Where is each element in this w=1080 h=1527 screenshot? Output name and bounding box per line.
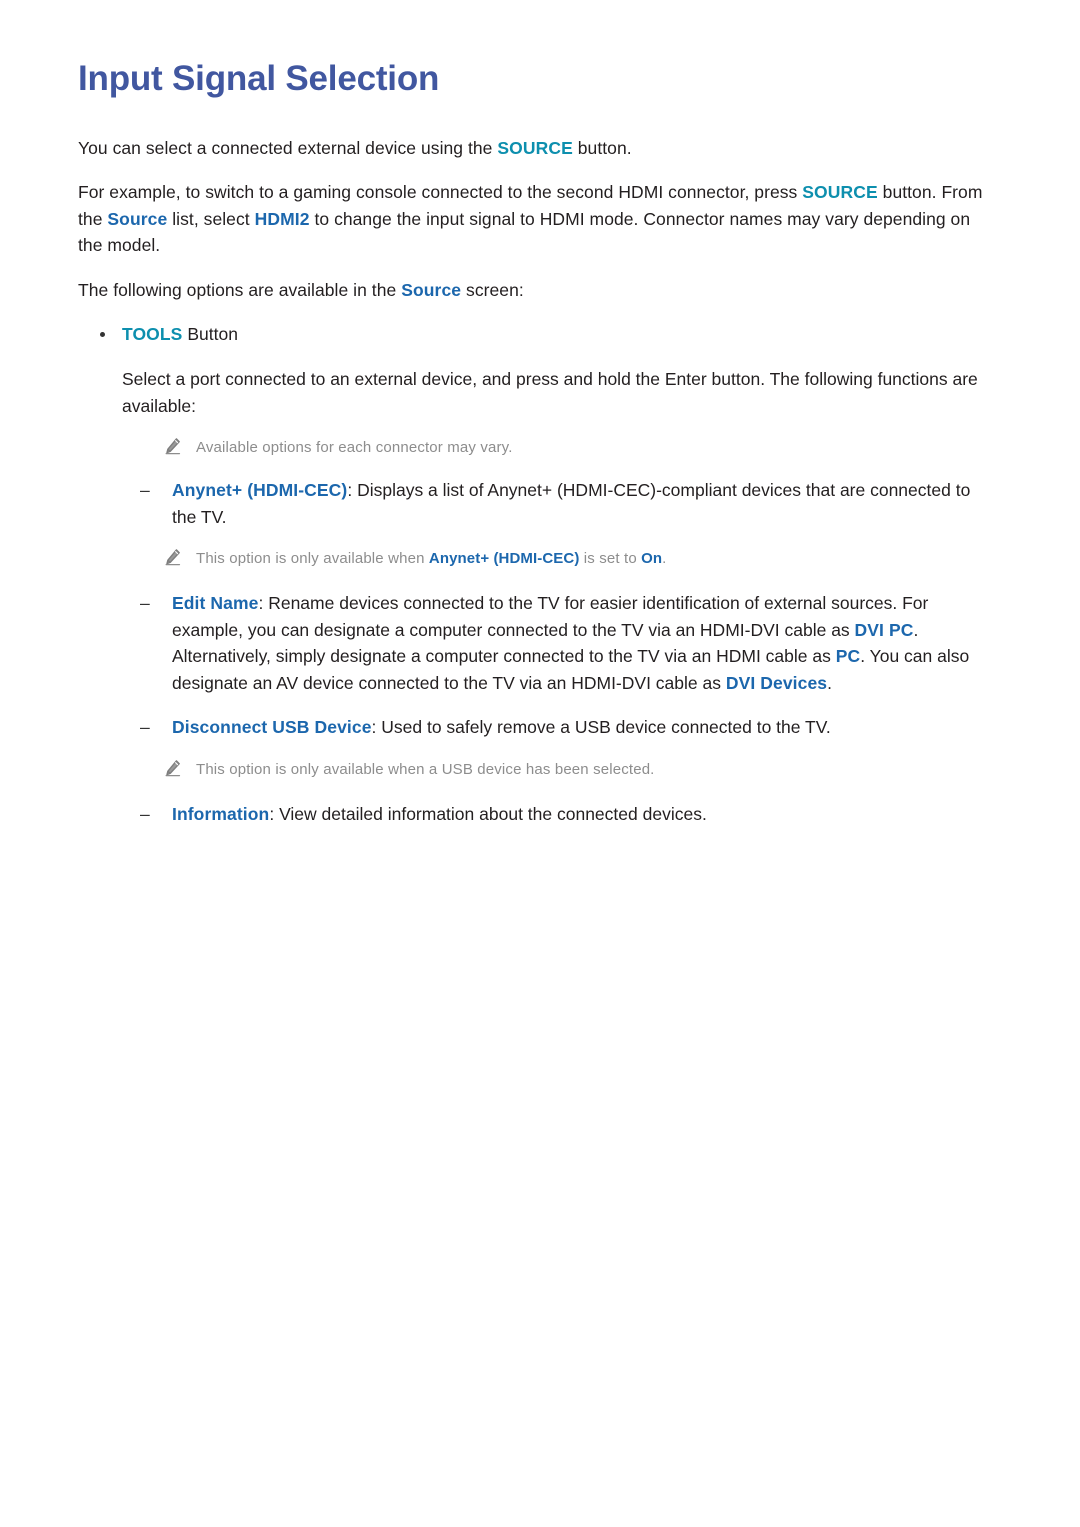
list-item-anynet-hdmi-cec: – Anynet+ (HDMI-CEC): Displays a list of …: [78, 477, 993, 530]
intro-p2-text-a: For example, to switch to a gaming conso…: [78, 182, 803, 203]
note-usb-availability: This option is only available when a USB…: [78, 759, 993, 781]
pencil-icon: [164, 437, 182, 455]
note-available-options: Available options for each connector may…: [78, 437, 993, 459]
tools-description: Select a port connected to an external d…: [122, 369, 978, 416]
intro-p3-text-b: screen:: [461, 279, 524, 300]
page-content: Input Signal Selection You can select a …: [78, 59, 993, 845]
bullet-dot-icon: [100, 332, 105, 338]
intro-paragraph-3: The following options are available in t…: [78, 277, 993, 304]
edit-name-text-d: .: [827, 672, 833, 693]
keyword-anynet-hdmi-cec-note: Anynet+ (HDMI-CEC): [428, 550, 580, 568]
information-description: : View detailed information about the co…: [269, 803, 707, 824]
intro-paragraph-1: You can select a connected external devi…: [78, 135, 993, 162]
tools-bullet-label: Button: [182, 324, 238, 345]
disconnect-usb-description: : Used to safely remove a USB device con…: [371, 717, 831, 738]
dash-marker: –: [140, 803, 150, 824]
intro-p1-text-b: button.: [572, 137, 632, 158]
pencil-icon: [164, 548, 182, 566]
note-text-c: .: [662, 550, 667, 568]
keyword-information: Information: [172, 803, 270, 824]
page-title: Input Signal Selection: [78, 59, 440, 98]
list-item-edit-name: – Edit Name: Rename devices connected to …: [78, 590, 993, 696]
keyword-source-list: Source: [107, 208, 168, 229]
intro-p3-text-a: The following options are available in t…: [78, 279, 402, 300]
keyword-source-button: SOURCE: [497, 137, 573, 158]
note-text-b: is set to: [579, 550, 642, 568]
keyword-edit-name: Edit Name: [172, 592, 259, 613]
keyword-dvi-pc: DVI PC: [854, 619, 914, 640]
note-text-a: This option is only available when: [196, 550, 429, 568]
document-page: Input Signal Selection You can select a …: [0, 0, 1080, 1527]
keyword-hdmi2: HDMI2: [254, 208, 310, 229]
keyword-source-button-2: SOURCE: [802, 182, 878, 203]
keyword-pc: PC: [835, 646, 861, 667]
keyword-dvi-devices: DVI Devices: [725, 672, 828, 693]
keyword-tools-button: TOOLS: [122, 324, 183, 345]
keyword-source-screen: Source: [401, 279, 462, 300]
intro-p1-text-a: You can select a connected external devi…: [78, 137, 498, 158]
edit-name-text-a: : Rename devices connected to the TV for…: [172, 592, 929, 640]
list-item-information: – Information: View detailed information …: [78, 801, 993, 828]
dash-marker: –: [140, 592, 150, 613]
note-anynet-availability: This option is only available when Anyne…: [78, 548, 993, 570]
keyword-anynet-hdmi-cec: Anynet+ (HDMI-CEC): [172, 480, 348, 500]
dash-marker: –: [140, 717, 150, 738]
list-item-tools-button: TOOLS Button: [78, 321, 993, 348]
note-text: Available options for each connector may…: [196, 439, 513, 457]
dash-marker: –: [140, 480, 150, 500]
note-text: This option is only available when a USB…: [196, 760, 655, 778]
intro-paragraph-2: For example, to switch to a gaming conso…: [78, 179, 993, 259]
intro-p2-text-c: list, select: [167, 208, 255, 229]
keyword-on: On: [641, 550, 663, 568]
keyword-disconnect-usb-device: Disconnect USB Device: [172, 717, 372, 738]
pencil-icon: [164, 759, 182, 777]
list-item-disconnect-usb-device: – Disconnect USB Device: Used to safely r…: [78, 714, 993, 741]
